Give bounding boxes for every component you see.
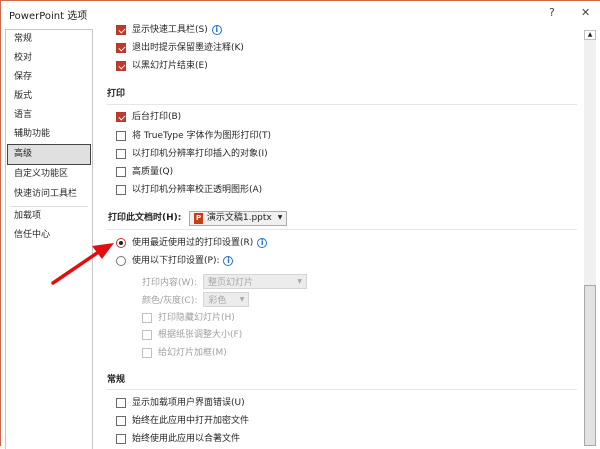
red-arrow-annotation bbox=[51, 243, 114, 285]
